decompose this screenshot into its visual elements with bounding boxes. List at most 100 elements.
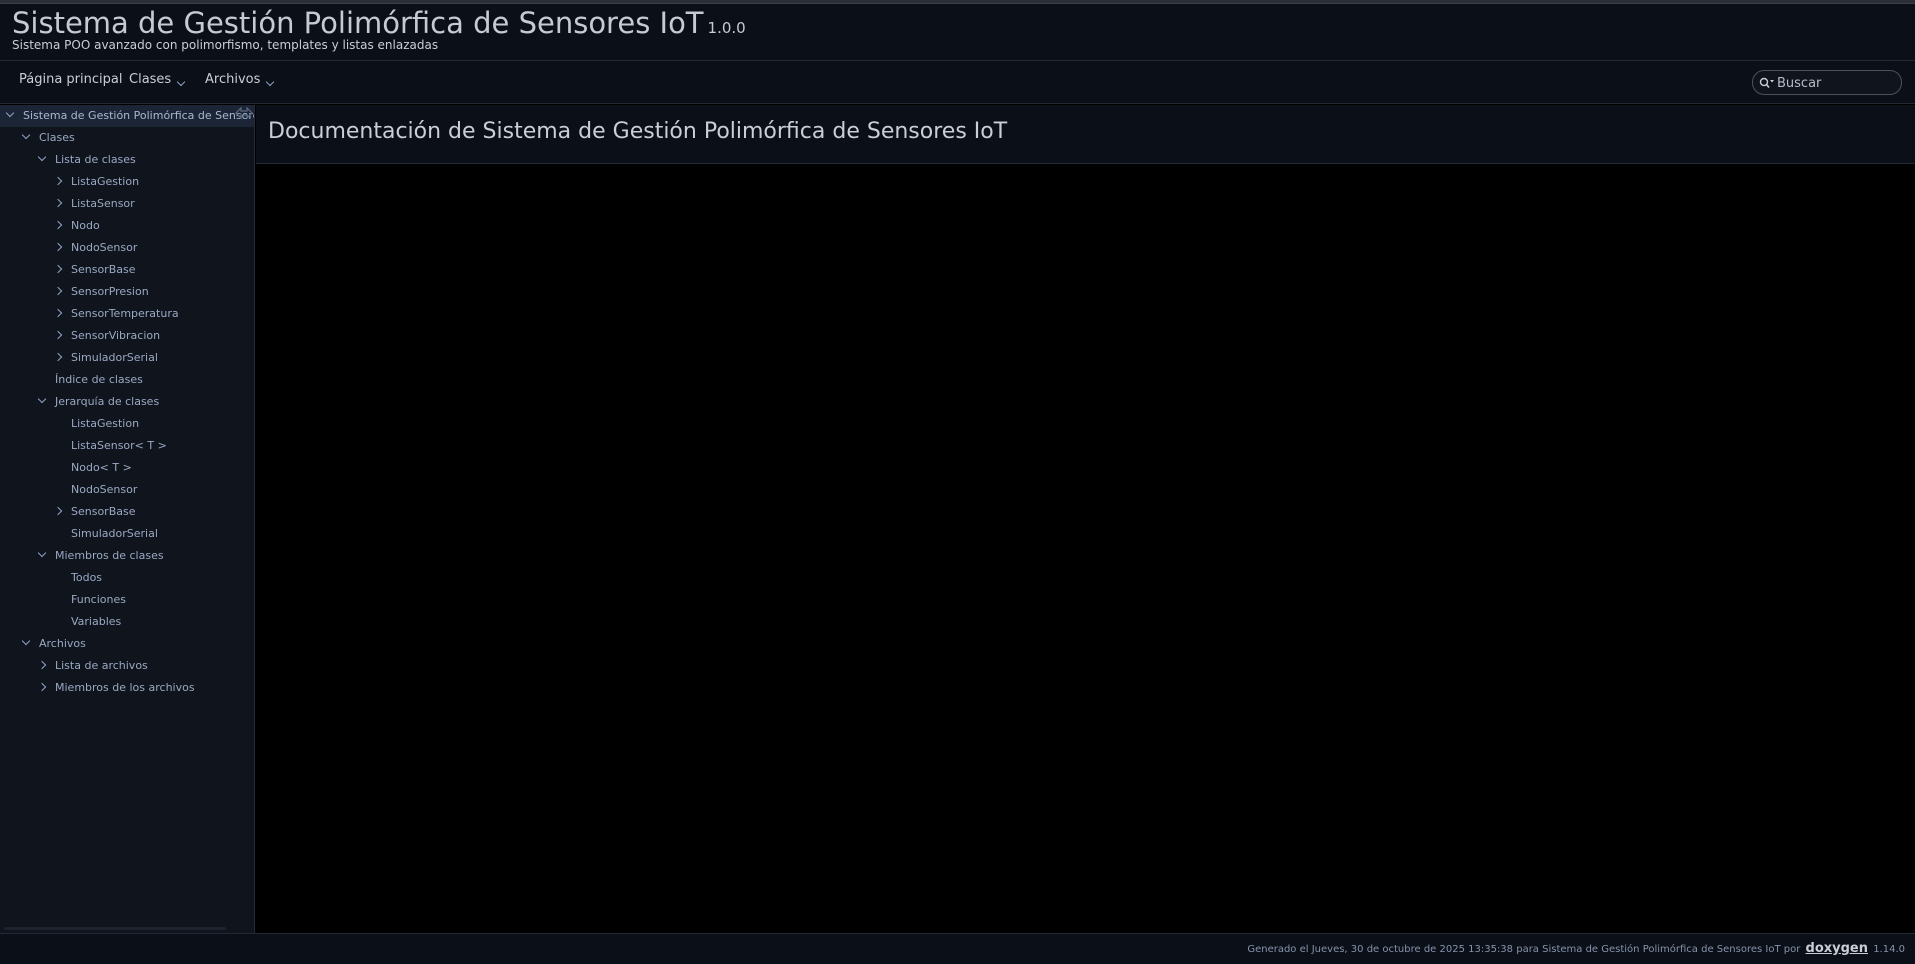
chevron-down-icon[interactable] <box>37 394 47 404</box>
tree-item-label: Archivos <box>39 637 86 650</box>
sync-icon[interactable] <box>233 105 255 121</box>
tree-item[interactable]: Lista de archivos <box>0 655 254 677</box>
tree-item-label: SimuladorSerial <box>71 351 158 364</box>
chevron-right-icon[interactable] <box>53 330 63 340</box>
chevron-right-icon[interactable] <box>53 286 63 296</box>
chevron-right-icon[interactable] <box>53 506 63 516</box>
tree-item[interactable]: Jerarquía de clases <box>0 391 254 413</box>
tree-item-label: NodoSensor <box>71 483 138 496</box>
tree-item-label: ListaGestion <box>71 175 140 188</box>
nav-files[interactable]: Archivos <box>205 72 275 87</box>
tree-item[interactable]: Nodo< T > <box>0 457 254 479</box>
project-brief: Sistema POO avanzado con polimorfismo, t… <box>12 38 439 52</box>
tree-item-label: Nodo< T > <box>71 461 132 474</box>
chevron-down-icon <box>266 77 275 87</box>
tree-item[interactable]: SensorPresion <box>0 281 254 303</box>
tree-item-label: Sistema de Gestión Polimórfica de Sensor… <box>23 109 254 122</box>
project-title: Sistema de Gestión Polimórfica de Sensor… <box>12 6 746 40</box>
main-content: Documentación de Sistema de Gestión Poli… <box>256 105 1915 933</box>
project-header: Sistema de Gestión Polimórfica de Sensor… <box>0 4 1915 61</box>
nav-main-page[interactable]: Página principal <box>19 72 122 87</box>
project-version: 1.0.0 <box>707 19 746 37</box>
tree-item-label: Lista de archivos <box>55 659 148 672</box>
tree-item[interactable]: SensorTemperatura <box>0 303 254 325</box>
tree-item-label: NodoSensor <box>71 241 138 254</box>
tree-item[interactable]: Miembros de clases <box>0 545 254 567</box>
tree-item[interactable]: Nodo <box>0 215 254 237</box>
tree-item-label: SensorVibracion <box>71 329 161 342</box>
tree-item[interactable]: Sistema de Gestión Polimórfica de Sensor… <box>0 105 254 127</box>
tree-item-label: Nodo <box>71 219 100 232</box>
tree-item-label: SensorTemperatura <box>71 307 179 320</box>
nav-files-label: Archivos <box>205 72 261 87</box>
tree-item-label: SensorBase <box>71 263 136 276</box>
chevron-right-icon[interactable] <box>53 176 63 186</box>
tree-item[interactable]: ListaGestion <box>0 413 254 435</box>
chevron-right-icon[interactable] <box>53 220 63 230</box>
project-name-text: Sistema de Gestión Polimórfica de Sensor… <box>12 6 704 40</box>
nav-main-page-label: Página principal <box>19 72 123 87</box>
tree-item[interactable]: ListaGestion <box>0 171 254 193</box>
footer-text: Generado el Jueves, 30 de octubre de 202… <box>1247 941 1905 956</box>
tree-item[interactable]: SensorBase <box>0 259 254 281</box>
doxygen-logo-link[interactable]: doxygen <box>1806 941 1868 956</box>
tree-item[interactable]: Lista de clases <box>0 149 254 171</box>
tree-item-label: Todos <box>71 571 103 584</box>
tree-item[interactable]: Variables <box>0 611 254 633</box>
chevron-right-icon[interactable] <box>53 264 63 274</box>
tree-item[interactable]: SensorBase <box>0 501 254 523</box>
nav-classes-label: Clases <box>129 72 172 87</box>
tree-item[interactable]: Miembros de los archivos <box>0 677 254 699</box>
chevron-down-icon[interactable] <box>37 152 47 162</box>
tree-item[interactable]: SimuladorSerial <box>0 347 254 369</box>
chevron-down-icon[interactable] <box>21 636 31 646</box>
tree-item[interactable]: NodoSensor <box>0 237 254 259</box>
tree-item-label: Jerarquía de clases <box>55 395 160 408</box>
tree-item-label: SimuladorSerial <box>71 527 158 540</box>
sidebar-scrollbar[interactable] <box>4 927 226 930</box>
tree-item-label: ListaSensor< T > <box>71 439 167 452</box>
footer: Generado el Jueves, 30 de octubre de 202… <box>0 933 1915 964</box>
tree-item-label: Miembros de los archivos <box>55 681 195 694</box>
search-box[interactable] <box>1752 70 1902 95</box>
chevron-down-icon <box>176 77 186 87</box>
tree-item[interactable]: Clases <box>0 127 254 149</box>
tree-item[interactable]: Archivos <box>0 633 254 655</box>
tree-item-label: Miembros de clases <box>55 549 164 562</box>
chevron-right-icon[interactable] <box>37 682 47 692</box>
chevron-right-icon[interactable] <box>53 352 63 362</box>
search-input[interactable] <box>1777 74 1895 92</box>
chevron-right-icon[interactable] <box>53 308 63 318</box>
tree-item[interactable]: Índice de clases <box>0 369 254 391</box>
tree-item[interactable]: ListaSensor <box>0 193 254 215</box>
chevron-right-icon[interactable] <box>53 242 63 252</box>
tree-item-label: ListaGestion <box>71 417 140 430</box>
tree-item-label: Índice de clases <box>55 373 143 386</box>
chevron-right-icon[interactable] <box>37 660 47 670</box>
tree-item-label: SensorBase <box>71 505 136 518</box>
tree-item-label: Variables <box>71 615 122 628</box>
tree-item[interactable]: ListaSensor< T > <box>0 435 254 457</box>
tree-item-label: Funciones <box>71 593 126 606</box>
main-nav: Página principal Clases Archivos <box>0 61 1915 104</box>
tree-item[interactable]: Funciones <box>0 589 254 611</box>
nav-classes[interactable]: Clases <box>129 72 186 87</box>
tree-item-label: Lista de clases <box>55 153 136 166</box>
tree-item[interactable]: NodoSensor <box>0 479 254 501</box>
chevron-down-icon[interactable] <box>21 130 31 140</box>
chevron-right-icon[interactable] <box>53 198 63 208</box>
tree-item-label: Clases <box>39 131 75 144</box>
tree-item-label: ListaSensor <box>71 197 135 210</box>
footer-generated-text: Generado el Jueves, 30 de octubre de 202… <box>1247 944 1801 955</box>
footer-version: 1.14.0 <box>1873 944 1905 955</box>
chevron-down-icon[interactable] <box>5 108 15 118</box>
page-title: Documentación de Sistema de Gestión Poli… <box>268 119 1008 144</box>
tree-item-label: SensorPresion <box>71 285 149 298</box>
nav-tree-sidebar: Sistema de Gestión Polimórfica de Sensor… <box>0 105 255 933</box>
tree-item[interactable]: SimuladorSerial <box>0 523 254 545</box>
tree-item[interactable]: Todos <box>0 567 254 589</box>
chevron-down-icon[interactable] <box>37 548 47 558</box>
search-icon[interactable] <box>1759 77 1775 89</box>
tree-item[interactable]: SensorVibracion <box>0 325 254 347</box>
page-header: Documentación de Sistema de Gestión Poli… <box>256 105 1915 164</box>
